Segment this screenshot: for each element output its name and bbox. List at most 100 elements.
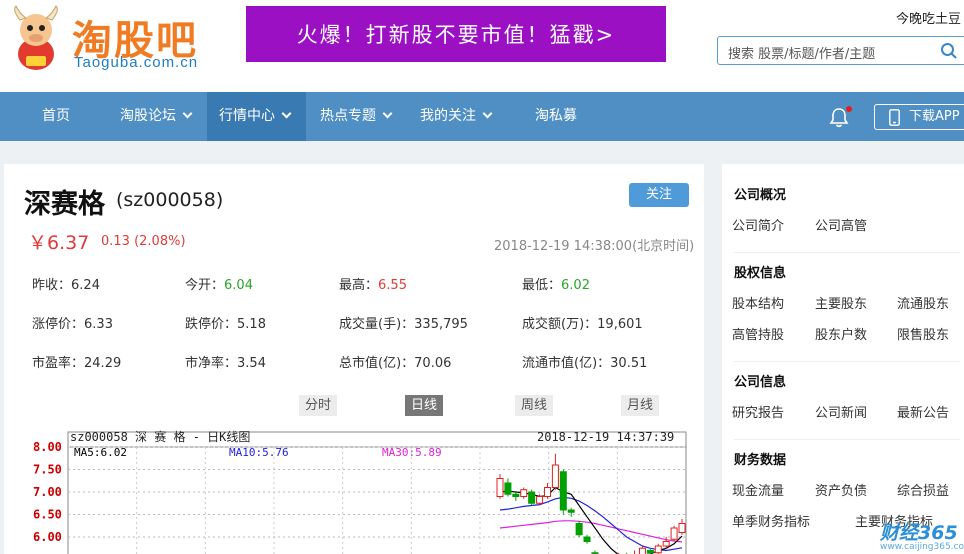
stat-label: 跌停价： <box>185 317 238 332</box>
stat-value: 24.29 <box>84 356 122 371</box>
stat-label: 最高： <box>339 278 379 293</box>
search-icon[interactable] <box>940 42 958 60</box>
stat-value: 6.24 <box>71 278 100 293</box>
ma-legend-label: MA5:6.02 <box>74 446 127 459</box>
sidebar-link[interactable]: 公司简介 <box>732 215 784 234</box>
candle-body <box>551 464 559 488</box>
nav-home[interactable]: 首页 <box>42 92 70 141</box>
tab-weekly[interactable]: 周线 <box>515 395 554 416</box>
watermark: 财经365 www.caijing365.com <box>880 518 964 554</box>
stat-item: 昨收：6.24 <box>32 274 100 293</box>
sidebar-divider <box>734 252 960 253</box>
watermark-url: www.caijing365.com <box>880 542 964 552</box>
stat-value: 5.18 <box>237 317 266 332</box>
price-change: 0.13 (2.08%) <box>101 234 186 249</box>
tab-daily[interactable]: 日线 <box>405 395 444 416</box>
tab-monthly[interactable]: 月线 <box>621 395 660 416</box>
y-tick-label: 6.50 <box>33 508 62 522</box>
sidebar-link[interactable]: 最新公告 <box>897 402 949 421</box>
chart-plot-area <box>67 431 687 554</box>
sidebar-link[interactable]: 公司新闻 <box>815 402 867 421</box>
candle-body <box>638 547 646 554</box>
current-price: ￥6.37 <box>28 232 90 254</box>
sidebar-section-title: 财务数据 <box>734 453 787 468</box>
nav-private-fund[interactable]: 淘私募 <box>535 92 577 141</box>
stat-item: 流通市值(亿)：30.51 <box>522 352 647 371</box>
sidebar-link[interactable]: 主要股东 <box>815 293 867 312</box>
sidebar-link[interactable]: 公司高管 <box>815 215 867 234</box>
stat-label: 成交量(手)： <box>339 317 415 332</box>
username-link[interactable]: 今晚吃土豆 <box>896 8 961 27</box>
stat-label: 市盈率： <box>32 356 85 371</box>
kline-chart-svg: 8.007.507.006.506.005.50sz000058 深 赛 格 -… <box>33 429 687 554</box>
stat-label: 今开： <box>185 278 225 293</box>
ma-legend-label: MA10:5.76 <box>229 446 289 459</box>
follow-button[interactable]: 关注 <box>629 183 689 207</box>
candle-body <box>575 523 583 536</box>
sidebar-section-title: 股权信息 <box>734 266 787 281</box>
candle-body <box>678 523 686 533</box>
candle-body <box>567 509 575 513</box>
stat-item: 市净率：3.54 <box>185 352 266 371</box>
sidebar-link[interactable]: 股本结构 <box>732 293 784 312</box>
chevron-down-icon <box>182 108 193 119</box>
nav-market[interactable]: 行情中心 <box>207 92 306 141</box>
sidebar-link[interactable]: 研究报告 <box>732 402 784 421</box>
sidebar-link[interactable]: 股东户数 <box>815 324 867 343</box>
watermark-logo: 财经365 <box>880 522 958 544</box>
nav-following[interactable]: 我的关注 <box>420 92 493 141</box>
sidebar-link[interactable]: 单季财务指标 <box>732 511 810 530</box>
stat-label: 涨停价： <box>32 317 85 332</box>
candle-body <box>662 541 670 547</box>
chart-date-label: 2018-12-19 14:37:39 <box>537 430 674 444</box>
candle-body <box>512 493 520 497</box>
stat-value: 3.54 <box>237 356 266 371</box>
stat-value: 70.06 <box>414 356 452 371</box>
sidebar-link[interactable]: 资产负债 <box>815 480 867 499</box>
nav-label: 我的关注 <box>420 108 476 124</box>
nav-label: 淘私募 <box>535 108 577 124</box>
phone-icon <box>889 109 900 126</box>
y-tick-label: 7.00 <box>33 485 62 499</box>
stat-value: 6.02 <box>561 278 590 293</box>
sidebar-link[interactable]: 流通股东 <box>897 293 949 312</box>
download-app-label: 下载APP <box>909 109 960 124</box>
sidebar-section-title: 公司信息 <box>734 375 787 390</box>
nav-label: 淘股论坛 <box>120 108 176 124</box>
stat-item: 最高：6.55 <box>339 274 407 293</box>
brand-domain: Taoguba.com.cn <box>74 54 199 71</box>
sidebar-link[interactable]: 综合损益 <box>897 480 949 499</box>
search-placeholder: 搜索 股票/标题/作者/主题 <box>728 47 876 62</box>
stat-label: 昨收： <box>32 278 72 293</box>
y-tick-label: 8.00 <box>33 440 62 454</box>
chart-title: sz000058 深 赛 格 - 日K线图 <box>70 429 250 444</box>
stat-value: 6.04 <box>224 278 253 293</box>
stat-item: 涨停价：6.33 <box>32 313 113 332</box>
ad-banner[interactable]: 火爆！打新股不要市值！猛戳> <box>246 6 666 62</box>
search-input[interactable]: 搜索 股票/标题/作者/主题 <box>717 36 964 65</box>
nav-forum[interactable]: 淘股论坛 <box>120 92 193 141</box>
candle-body <box>670 527 678 540</box>
nav-topics[interactable]: 热点专题 <box>320 92 393 141</box>
stat-value: 6.33 <box>84 317 113 332</box>
sidebar-link[interactable]: 限售股东 <box>897 324 949 343</box>
download-app-button[interactable]: 下载APP <box>874 104 964 130</box>
sidebar-link[interactable]: 现金流量 <box>732 480 784 499</box>
stock-quote-card: 深赛格 (sz000058) 关注 ￥6.37 0.13 (2.08%) 201… <box>4 164 704 554</box>
site-logo[interactable]: 淘股吧 Taoguba.com.cn <box>6 4 216 74</box>
stat-label: 总市值(亿)： <box>339 356 415 371</box>
nav-label: 热点专题 <box>320 108 376 124</box>
tab-intraday[interactable]: 分时 <box>299 395 338 416</box>
stat-item: 今开：6.04 <box>185 274 253 293</box>
sidebar-divider <box>734 361 960 362</box>
stock-code: (sz000058) <box>116 189 224 211</box>
chevron-down-icon <box>382 108 393 119</box>
nav-label: 行情中心 <box>219 108 275 124</box>
stat-value: 6.55 <box>378 278 407 293</box>
bull-mascot-icon <box>14 5 58 70</box>
candle-body <box>543 487 551 497</box>
sidebar-link[interactable]: 高管持股 <box>732 324 784 343</box>
notification-dot <box>846 106 852 112</box>
stat-item: 总市值(亿)：70.06 <box>339 352 451 371</box>
stat-label: 市净率： <box>185 356 238 371</box>
